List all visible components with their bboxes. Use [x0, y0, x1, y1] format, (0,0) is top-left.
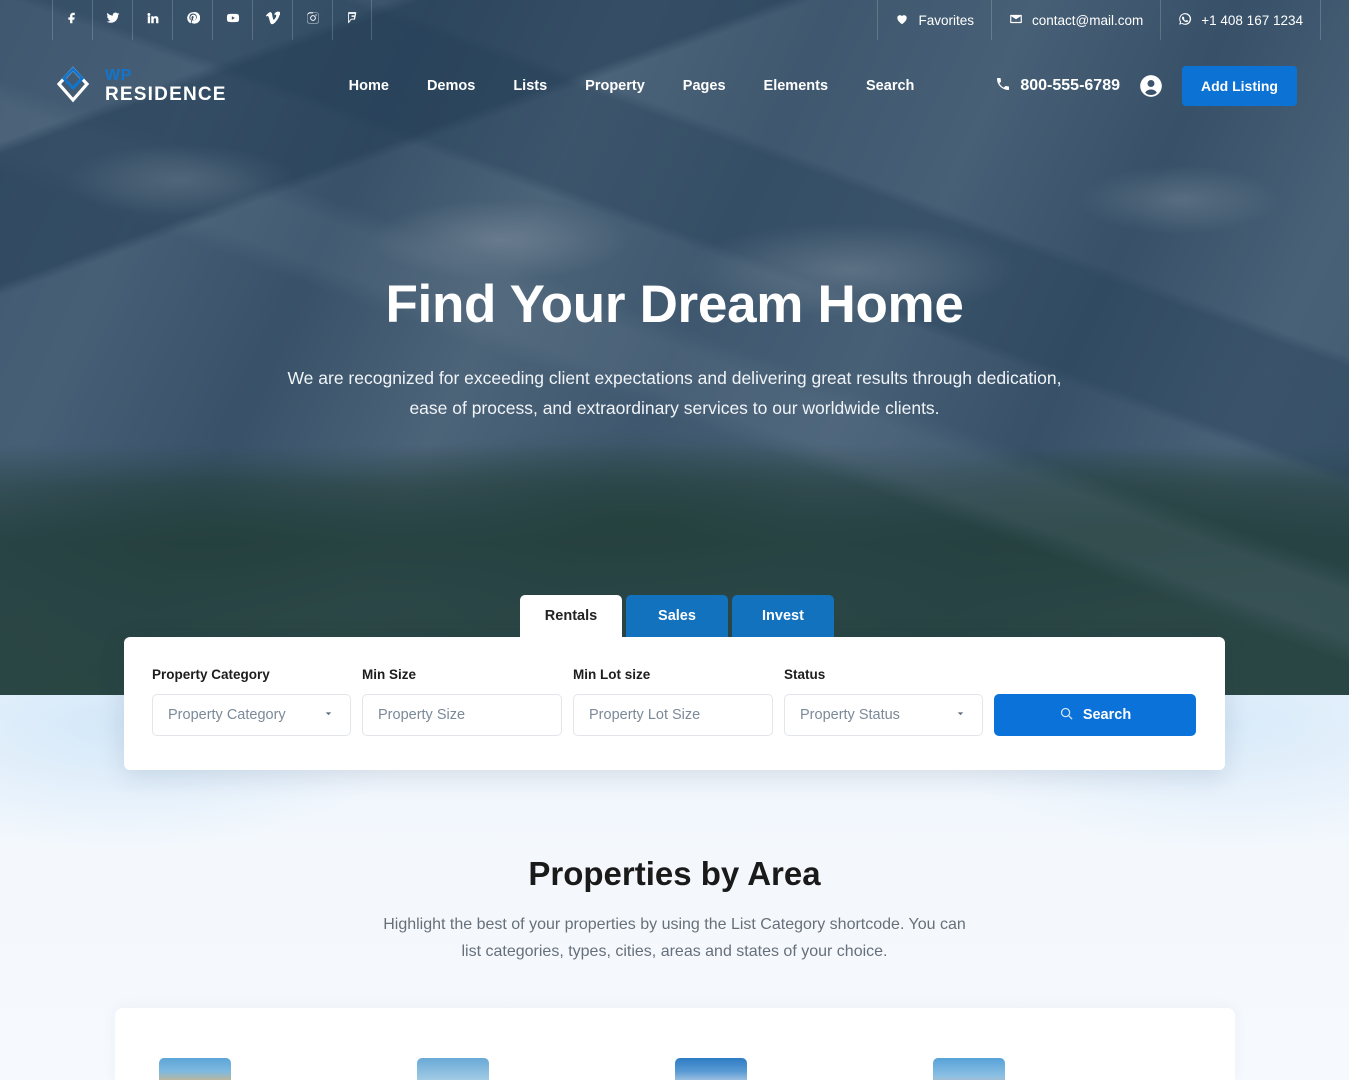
- whatsapp-link[interactable]: +1 408 167 1234: [1160, 0, 1321, 40]
- chevron-down-icon: [954, 707, 967, 724]
- search-submit-button[interactable]: Search: [994, 694, 1196, 736]
- area-card-jersey-city[interactable]: Jersey City: [159, 1058, 417, 1080]
- nav-item-search[interactable]: Search: [866, 78, 914, 94]
- nav-item-demos[interactable]: Demos: [427, 78, 475, 94]
- header-actions: 800-555-6789 Add Listing: [995, 66, 1297, 106]
- area-thumbnail: [159, 1058, 231, 1080]
- top-bar-right: Favorites contact@mail.com +1 408 167 12…: [877, 0, 1321, 40]
- tab-rentals[interactable]: Rentals: [520, 595, 622, 637]
- search-button-label: Search: [1082, 707, 1132, 723]
- page-root: Favorites contact@mail.com +1 408 167 12…: [0, 0, 1349, 1080]
- input-min-size-placeholder: Property Size: [378, 707, 466, 723]
- envelope-icon: [1009, 12, 1023, 29]
- label-min-size: Min Size: [362, 667, 417, 682]
- hero-subtitle: We are recognized for exceeding client e…: [287, 367, 1062, 419]
- social-link-vimeo[interactable]: [252, 0, 292, 40]
- social-link-youtube[interactable]: [212, 0, 252, 40]
- areas-list-container: Jersey City The Heights New Jersey State…: [115, 1008, 1235, 1080]
- whatsapp-phone: +1 408 167 1234: [1201, 12, 1303, 28]
- area-card-the-heights[interactable]: The Heights: [417, 1058, 675, 1080]
- social-links: [52, 0, 372, 40]
- nav-item-lists[interactable]: Lists: [513, 78, 547, 94]
- logo-text: WP RESIDENCE: [105, 67, 227, 105]
- whatsapp-icon: [1178, 12, 1192, 29]
- input-min-lot-size[interactable]: Property Lot Size: [573, 694, 773, 736]
- field-min-size: Min Size Property Size: [362, 667, 562, 736]
- area-thumbnail: [933, 1058, 1005, 1080]
- nav-item-home[interactable]: Home: [349, 78, 389, 94]
- area-thumbnail: [675, 1058, 747, 1080]
- main-navigation: Home Demos Lists Property Pages Elements…: [349, 78, 915, 94]
- area-card-new-jersey-state[interactable]: New Jersey State: [675, 1058, 933, 1080]
- social-link-instagram[interactable]: [292, 0, 332, 40]
- property-search-block: Rentals Sales Invest Property Category P…: [124, 595, 1225, 770]
- section-subtitle: Highlight the best of your properties by…: [383, 916, 966, 960]
- diamond-logo-icon: [52, 65, 94, 107]
- nav-item-elements[interactable]: Elements: [764, 78, 828, 94]
- hero-content: Find Your Dream Home We are recognized f…: [0, 275, 1349, 423]
- search-panel: Property Category Property Category Min …: [124, 637, 1225, 770]
- field-min-lot-size: Min Lot size Property Lot Size: [573, 667, 773, 736]
- select-property-category[interactable]: Property Category: [152, 694, 351, 736]
- add-listing-button[interactable]: Add Listing: [1182, 66, 1297, 106]
- favorites-link[interactable]: Favorites: [877, 0, 991, 40]
- label-status: Status: [784, 667, 826, 682]
- area-thumbnail: [417, 1058, 489, 1080]
- input-min-size[interactable]: Property Size: [362, 694, 562, 736]
- heart-icon: [895, 12, 909, 29]
- select-property-category-value: Property Category: [168, 707, 286, 723]
- phone-icon: [995, 76, 1011, 97]
- site-header: WP RESIDENCE Home Demos Lists Property P…: [0, 40, 1349, 132]
- user-account-icon[interactable]: [1138, 73, 1164, 99]
- top-bar: Favorites contact@mail.com +1 408 167 12…: [0, 0, 1349, 40]
- header-phone-link[interactable]: 800-555-6789: [995, 76, 1120, 97]
- linkedin-icon: [146, 11, 160, 30]
- area-card-new-york-state[interactable]: New York State: [933, 1058, 1191, 1080]
- email-link[interactable]: contact@mail.com: [991, 0, 1160, 40]
- logo-text-residence: RESIDENCE: [105, 84, 227, 105]
- label-property-category: Property Category: [152, 667, 270, 682]
- social-link-foursquare[interactable]: [332, 0, 372, 40]
- tab-invest[interactable]: Invest: [732, 595, 834, 637]
- nav-item-property[interactable]: Property: [585, 78, 645, 94]
- foursquare-icon: [345, 11, 359, 30]
- social-link-facebook[interactable]: [52, 0, 92, 40]
- hero-title: Find Your Dream Home: [385, 275, 964, 334]
- pinterest-icon: [186, 11, 200, 30]
- search-tabs: Rentals Sales Invest: [520, 595, 1225, 637]
- search-icon: [1059, 706, 1074, 725]
- instagram-icon: [306, 11, 320, 30]
- social-link-linkedin[interactable]: [132, 0, 172, 40]
- chevron-down-icon: [322, 707, 335, 724]
- twitter-icon: [106, 11, 120, 30]
- field-property-category: Property Category Property Category: [152, 667, 351, 736]
- favorites-label: Favorites: [918, 12, 975, 28]
- label-min-lot-size: Min Lot size: [573, 667, 651, 682]
- social-link-twitter[interactable]: [92, 0, 132, 40]
- section-title: Properties by Area: [528, 855, 821, 892]
- email-address: contact@mail.com: [1032, 12, 1144, 28]
- header-phone-number: 800-555-6789: [1020, 77, 1120, 94]
- input-min-lot-size-placeholder: Property Lot Size: [589, 707, 701, 723]
- field-status: Status Property Status: [784, 667, 983, 736]
- tab-sales[interactable]: Sales: [626, 595, 728, 637]
- youtube-icon: [226, 11, 240, 30]
- site-logo[interactable]: WP RESIDENCE: [52, 65, 227, 107]
- vimeo-icon: [265, 11, 281, 30]
- nav-item-pages[interactable]: Pages: [683, 78, 726, 94]
- facebook-icon: [66, 11, 80, 30]
- select-property-status-value: Property Status: [800, 707, 900, 723]
- select-property-status[interactable]: Property Status: [784, 694, 983, 736]
- logo-text-wp: WP: [105, 67, 132, 84]
- social-link-pinterest[interactable]: [172, 0, 212, 40]
